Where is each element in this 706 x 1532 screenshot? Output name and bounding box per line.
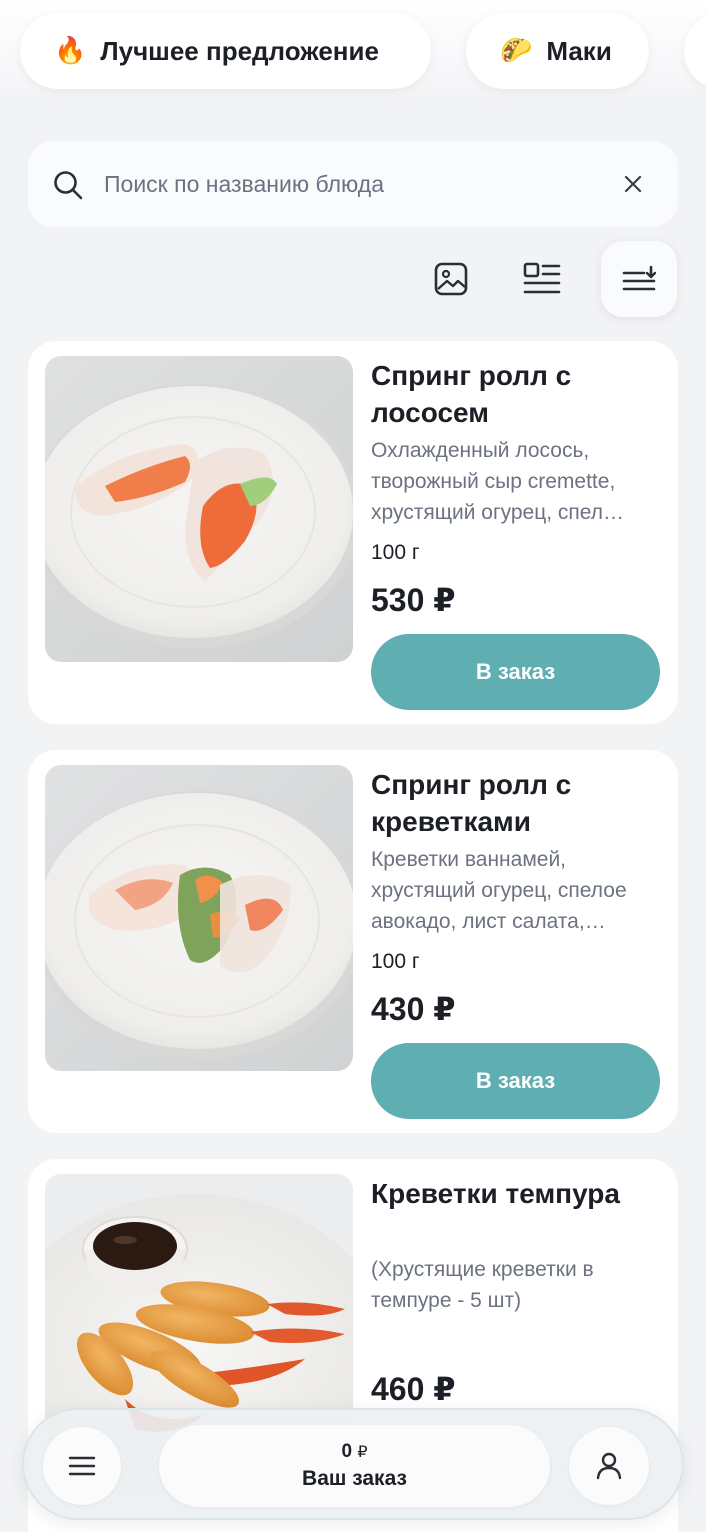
product-description: Креветки ваннамей, хрустящий огурец, спе… (371, 848, 627, 933)
category-chip-label: Маки (546, 35, 612, 66)
product-weight: 100 г (371, 950, 420, 973)
product-title: Спринг ролл с лососем (371, 360, 572, 428)
order-amount: 0 (341, 1440, 353, 1462)
product-title: Креветки темпура (371, 1178, 620, 1209)
category-chip-best-offer[interactable]: 🔥 Лучшее предложение (20, 13, 431, 89)
product-description: (Хрустящие креветки в темпуре - 5 шт) (371, 1258, 594, 1312)
your-order-label: Ваш заказ (302, 1466, 407, 1490)
fire-icon: 🔥 (54, 36, 87, 66)
product-description: Охлажденный лосось, творожный сыр cremet… (371, 439, 625, 524)
product-weight: 100 г (371, 541, 420, 564)
sort-icon (622, 265, 656, 291)
search-input[interactable] (104, 161, 604, 207)
user-icon (596, 1452, 622, 1480)
add-to-order-button[interactable]: В заказ (371, 1043, 660, 1119)
grid-view-button[interactable] (413, 241, 489, 317)
product-price: 530 ₽ (371, 582, 456, 618)
list-view-button[interactable] (504, 241, 580, 317)
taco-icon: 🌮 (500, 36, 533, 66)
category-chip-label: Лучшее предложение (100, 35, 379, 66)
product-card[interactable]: Спринг ролл с лососем Охлажденный лосось… (28, 341, 678, 724)
bottom-navigation-bar: 0 ₽ Ваш заказ (22, 1408, 684, 1520)
product-title: Спринг ролл с креветками (371, 769, 572, 837)
product-price: 460 ₽ (371, 1371, 456, 1407)
hamburger-menu-icon (68, 1456, 96, 1476)
order-total: 0 ₽ (341, 1440, 367, 1465)
category-bar: 🔥 Лучшее предложение 🌮 Маки (0, 0, 706, 100)
product-card[interactable]: Спринг ролл с креветками Креветки ваннам… (28, 750, 678, 1133)
menu-button[interactable] (43, 1427, 121, 1505)
category-chip-maki[interactable]: 🌮 Маки (466, 13, 649, 89)
list-view-icon (523, 262, 561, 294)
your-order-button[interactable]: 0 ₽ Ваш заказ (159, 1425, 550, 1507)
clear-search-button[interactable] (618, 169, 648, 199)
profile-button[interactable] (569, 1427, 649, 1505)
category-chip-next[interactable] (684, 13, 706, 89)
close-icon (624, 175, 642, 193)
search-bar (28, 141, 678, 227)
search-icon (54, 171, 83, 200)
currency-symbol: ₽ (357, 1443, 368, 1461)
product-photo-spring-roll-shrimp[interactable] (45, 765, 353, 1071)
add-to-order-button[interactable]: В заказ (371, 634, 660, 710)
grid-view-icon (434, 262, 468, 296)
product-photo-spring-roll-salmon[interactable] (45, 356, 353, 662)
product-price: 430 ₽ (371, 991, 456, 1027)
sort-button[interactable] (601, 241, 677, 317)
